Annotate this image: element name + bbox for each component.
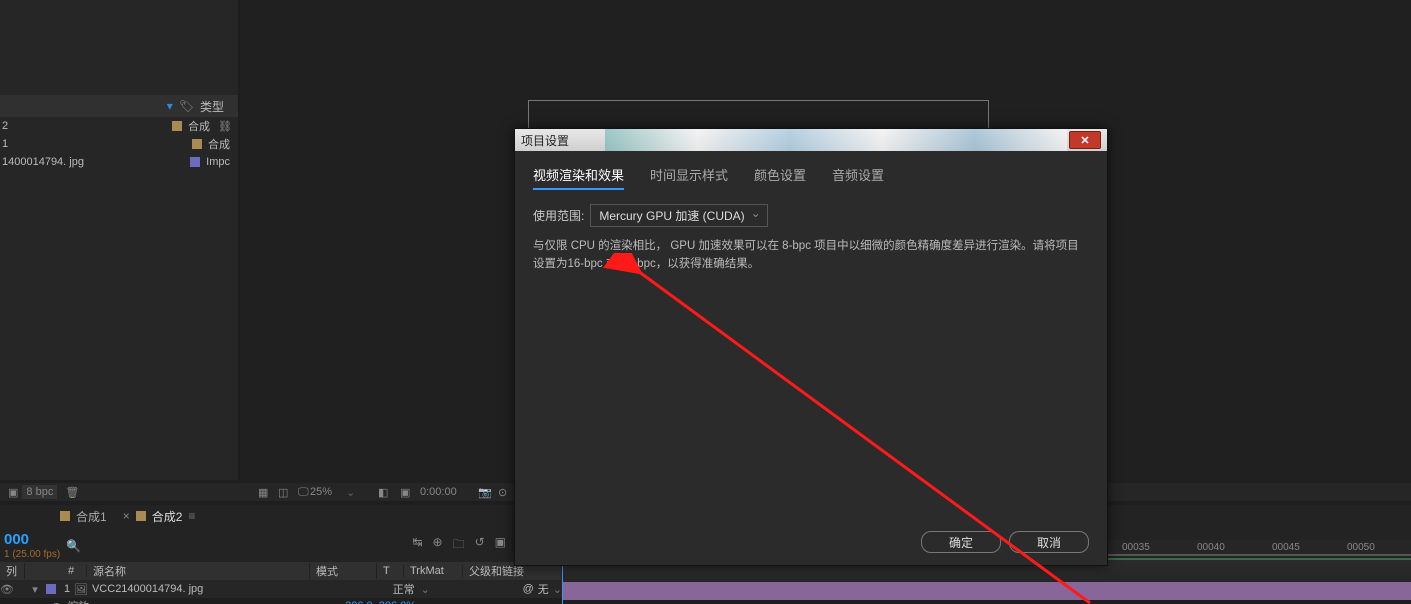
- col-trkmat: TrkMat: [404, 565, 463, 577]
- dropdown-icon[interactable]: ▾: [167, 99, 173, 113]
- label-swatch: [192, 139, 202, 149]
- dialog-footer: 确定 取消: [921, 531, 1089, 553]
- zoom-value[interactable]: 25%: [310, 486, 332, 498]
- chevron-down-icon[interactable]: ⌄: [346, 486, 355, 499]
- disclosure-icon[interactable]: ▾: [28, 583, 42, 596]
- res-icon[interactable]: ◧: [378, 486, 388, 499]
- col-av: 列: [0, 563, 25, 579]
- dialog-titlebar[interactable]: 项目设置 ✕: [515, 129, 1107, 151]
- blend-mode[interactable]: 正常⌄: [393, 581, 463, 597]
- item-type: Impc: [206, 156, 230, 168]
- col-num: #: [62, 565, 87, 577]
- property-name: 缩放: [67, 598, 89, 604]
- current-time[interactable]: 000: [4, 531, 29, 548]
- grid-icon[interactable]: ▦: [258, 486, 268, 499]
- label-swatch: [190, 157, 200, 167]
- tab-label: 合成1: [76, 508, 107, 525]
- region-icon[interactable]: ▣: [400, 486, 410, 499]
- image-icon: 🖼: [74, 583, 88, 596]
- ruler-mark: 00040: [1197, 542, 1225, 553]
- col-source: 源名称: [87, 563, 310, 579]
- project-panel-header: ▾ 🏷 类型: [0, 95, 238, 117]
- aspect-icon[interactable]: ◫: [278, 486, 288, 499]
- project-row[interactable]: 2 合成 ⛓: [0, 117, 238, 135]
- preview-timecode[interactable]: 0:00:00: [420, 486, 457, 498]
- titlebar-decoration: [605, 129, 1067, 151]
- comp-tab[interactable]: × 合成2 ≡: [123, 508, 196, 525]
- layer-bar[interactable]: [562, 582, 1411, 600]
- label-swatch: [60, 511, 70, 521]
- label-swatch: [172, 121, 182, 131]
- item-type: 合成: [208, 136, 230, 152]
- tool-icon[interactable]: 🗀: [453, 535, 465, 556]
- tab-label: 合成2: [152, 508, 183, 525]
- dialog-body: 视频渲染和效果 时间显示样式 颜色设置 音频设置 使用范围: Mercury G…: [515, 151, 1107, 288]
- chain-icon: ⛓: [218, 120, 232, 133]
- layer-property-row[interactable]: ▸ ◷ 缩放 206.0, 206.0%: [40, 598, 416, 604]
- mask-icon[interactable]: 🖵: [298, 486, 309, 499]
- item-type: 合成: [188, 118, 210, 134]
- tag-icon[interactable]: 🏷: [179, 99, 194, 113]
- tool-icon[interactable]: ↺: [475, 535, 485, 556]
- layers-column-header: 列 # 源名称 模式 T TrkMat 父级和链接: [0, 562, 562, 580]
- folder-icon[interactable]: ▣: [8, 486, 18, 499]
- timeline-tools: ↹ ⊕ 🗀 ↺ ▣: [412, 535, 506, 556]
- column-type-label: 类型: [200, 98, 224, 115]
- project-panel: ▾ 🏷 类型 2 合成 ⛓ 1 合成 1400014794. jpg Impc: [0, 0, 238, 480]
- close-icon[interactable]: ×: [123, 509, 130, 523]
- project-row[interactable]: 1 合成: [0, 135, 238, 153]
- item-name: 1: [0, 138, 192, 150]
- fps-label: 1 (25.00 fps): [4, 549, 60, 560]
- tool-icon[interactable]: ⊕: [433, 535, 443, 556]
- layer-name: VCC21400014794. jpg: [92, 583, 393, 595]
- ruler-mark: 00050: [1347, 542, 1375, 553]
- layer-index: 1: [60, 583, 74, 595]
- property-value[interactable]: 206.0, 206.0%: [345, 600, 416, 604]
- tab-color[interactable]: 颜色设置: [754, 165, 806, 190]
- menu-icon[interactable]: ≡: [188, 509, 195, 523]
- target-icon[interactable]: ⊙: [498, 486, 507, 499]
- col-t: T: [377, 565, 404, 577]
- bpc-chip[interactable]: 8 bpc: [22, 485, 57, 499]
- renderer-field: 使用范围: Mercury GPU 加速 (CUDA): [533, 204, 1089, 227]
- label-swatch: [136, 511, 146, 521]
- pickwhip-icon[interactable]: @: [523, 583, 534, 595]
- eye-icon[interactable]: 👁: [0, 583, 14, 596]
- project-row[interactable]: 1400014794. jpg Impc: [0, 153, 238, 171]
- tab-audio[interactable]: 音频设置: [832, 165, 884, 190]
- label-swatch[interactable]: [46, 584, 56, 594]
- tab-video-render[interactable]: 视频渲染和效果: [533, 165, 624, 190]
- item-name: 2: [0, 120, 172, 132]
- project-settings-dialog: 项目设置 ✕ 视频渲染和效果 时间显示样式 颜色设置 音频设置 使用范围: Me…: [514, 128, 1108, 566]
- dialog-tabs: 视频渲染和效果 时间显示样式 颜色设置 音频设置: [533, 165, 1089, 190]
- close-button[interactable]: ✕: [1069, 131, 1101, 149]
- layer-row[interactable]: 👁 ▾ 1 🖼 VCC21400014794. jpg 正常⌄ @ 无 ⌄: [0, 580, 562, 598]
- search-icon[interactable]: 🔍: [66, 539, 81, 553]
- comp-tab[interactable]: 合成1: [60, 508, 107, 525]
- ruler-mark: 00035: [1122, 542, 1150, 553]
- col-mode: 模式: [310, 563, 377, 579]
- parent-link[interactable]: @ 无 ⌄: [523, 581, 562, 597]
- item-name: 1400014794. jpg: [0, 156, 190, 168]
- disclosure-icon[interactable]: ▸: [40, 600, 46, 604]
- tab-time-display[interactable]: 时间显示样式: [650, 165, 728, 190]
- renderer-select[interactable]: Mercury GPU 加速 (CUDA): [590, 204, 767, 227]
- camera-icon[interactable]: 📷: [478, 486, 492, 499]
- ok-button[interactable]: 确定: [921, 531, 1001, 553]
- tool-icon[interactable]: ↹: [412, 535, 422, 556]
- viewer-marquee: [528, 100, 989, 130]
- field-label: 使用范围:: [533, 207, 584, 224]
- tool-icon[interactable]: ▣: [495, 535, 506, 556]
- stopwatch-icon[interactable]: ◷: [52, 600, 62, 604]
- ruler-mark: 00045: [1272, 542, 1300, 553]
- cancel-button[interactable]: 取消: [1009, 531, 1089, 553]
- renderer-note: 与仅限 CPU 的渲染相比， GPU 加速效果可以在 8-bpc 项目中以细微的…: [533, 237, 1089, 274]
- trash-icon[interactable]: 🗑: [65, 486, 79, 499]
